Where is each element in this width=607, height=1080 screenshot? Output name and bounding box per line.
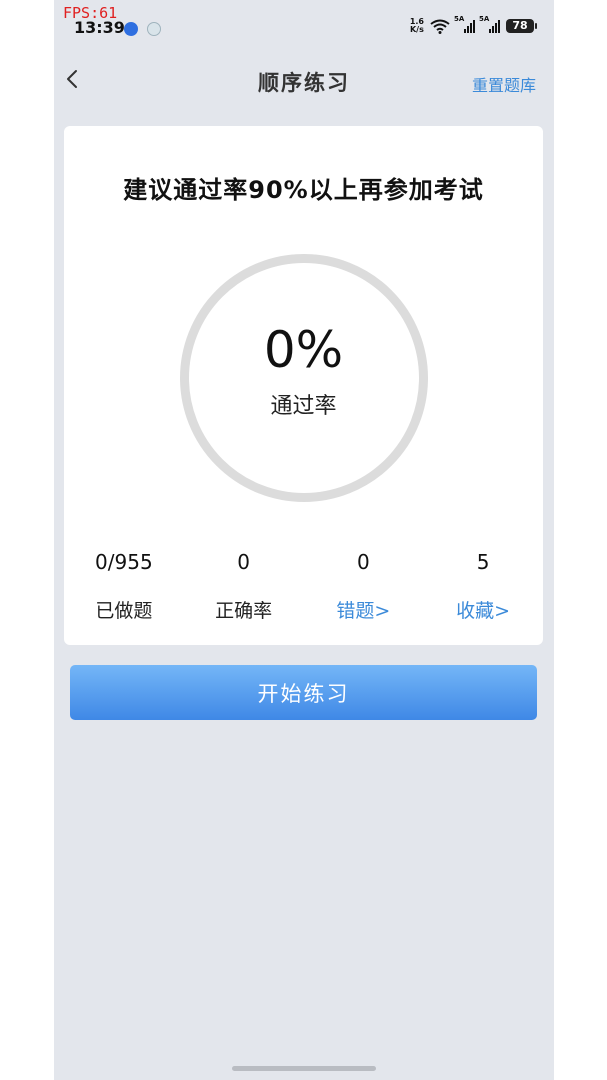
- network-speed: 1.6 K/s: [410, 18, 424, 34]
- home-indicator[interactable]: [232, 1066, 376, 1071]
- wifi-icon: [430, 19, 450, 34]
- wrong-questions-link[interactable]: 错题>: [304, 596, 424, 623]
- stat-label: 已做题: [95, 600, 153, 622]
- nav-bar: 顺序练习 重置题库: [54, 55, 554, 107]
- status-bar: 13:39 1.6 K/s 5A 5A 78: [54, 0, 554, 48]
- pass-rate-label: 通过率: [270, 394, 337, 419]
- stat-favorites[interactable]: 5 收藏>: [423, 550, 543, 623]
- favorites-link[interactable]: 收藏>: [423, 596, 543, 623]
- signal-network-type: 5A: [454, 14, 465, 23]
- signal-icon: 5A: [479, 15, 500, 33]
- advice-heading: 建议通过率90%以上再参加考试: [123, 176, 484, 204]
- stat-wrong-questions[interactable]: 0 错题>: [304, 550, 424, 623]
- progress-card: 建议通过率90%以上再参加考试 0% 通过率 0/955 已做题 0 正确率 0…: [64, 126, 543, 645]
- app-notification-icon: [147, 22, 161, 36]
- reset-question-bank-button[interactable]: 重置题库: [472, 72, 536, 96]
- stat-label: 正确率: [215, 600, 273, 622]
- stat-value: 0: [237, 550, 250, 574]
- signal-network-type: 5A: [479, 14, 490, 23]
- phone-screen: 13:39 1.6 K/s 5A 5A 78 顺序练习 重置题库 建议通过率90…: [54, 0, 554, 1080]
- signal-icon: 5A: [454, 15, 475, 33]
- fps-overlay: FPS:61: [63, 4, 118, 22]
- status-indicators: 1.6 K/s 5A 5A 78: [410, 15, 537, 34]
- battery-icon: 78: [506, 19, 537, 33]
- network-speed-unit: K/s: [409, 25, 424, 34]
- pass-rate-value: 0%: [263, 321, 344, 379]
- app-notification-icon: [124, 22, 138, 36]
- start-practice-button[interactable]: 开始练习: [70, 665, 537, 720]
- stat-accuracy: 0 正确率: [184, 550, 304, 623]
- stat-value: 5: [476, 550, 490, 574]
- stat-answered: 0/955 已做题: [64, 550, 184, 623]
- stats-row: 0/955 已做题 0 正确率 0 错题> 5 收藏>: [64, 550, 543, 623]
- stat-value: 0/955: [95, 550, 153, 574]
- stat-value: 0: [357, 550, 370, 574]
